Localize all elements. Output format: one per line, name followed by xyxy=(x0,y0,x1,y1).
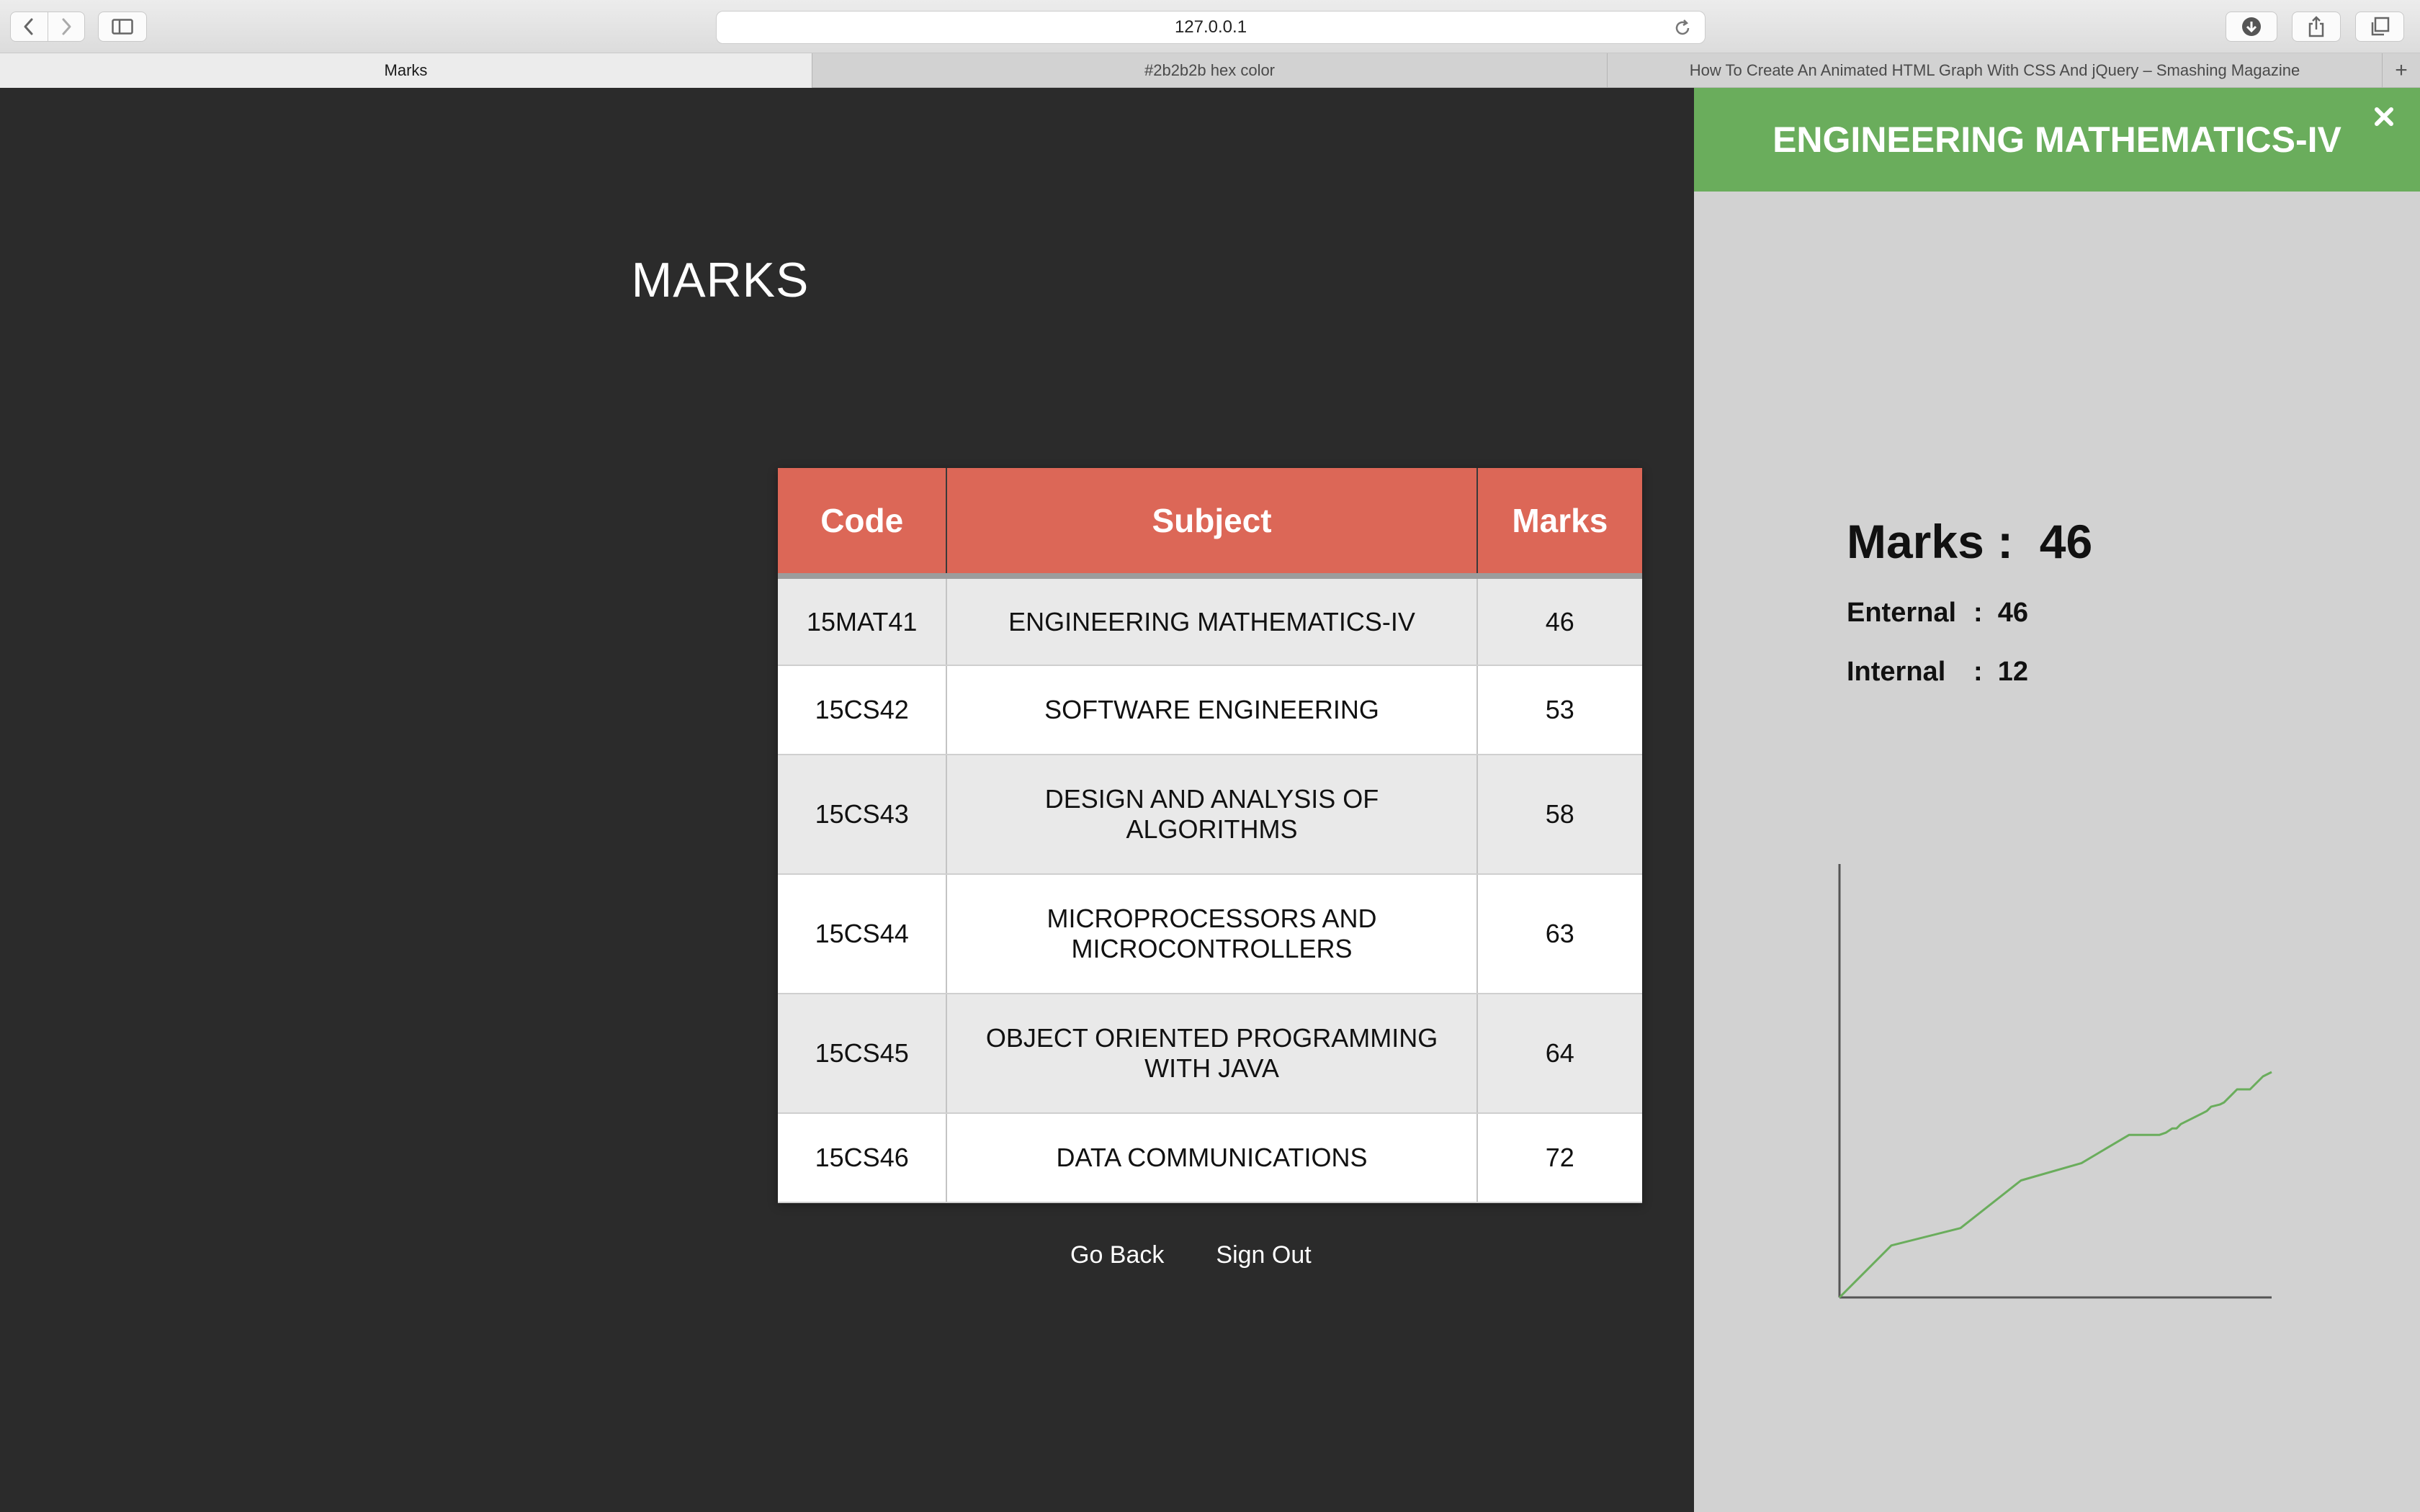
cell-marks: 64 xyxy=(1476,994,1642,1114)
tab-smashing-magazine[interactable]: How To Create An Animated HTML Graph Wit… xyxy=(1608,53,2383,88)
cell-marks: 72 xyxy=(1476,1113,1642,1203)
cell-marks: 53 xyxy=(1476,665,1642,755)
forward-button[interactable] xyxy=(47,12,85,41)
table-row[interactable]: 15CS45 OBJECT ORIENTED PROGRAMMING WITH … xyxy=(778,994,1642,1114)
back-button[interactable] xyxy=(11,12,48,41)
footer-links: Go Back Sign Out xyxy=(1070,1241,1312,1269)
cell-subject: DESIGN AND ANALYSIS OF ALGORITHMS xyxy=(946,755,1478,875)
reload-icon xyxy=(1675,19,1690,35)
table-row[interactable]: 15CS42 SOFTWARE ENGINEERING 53 xyxy=(778,665,1642,755)
cell-marks: 63 xyxy=(1476,874,1642,994)
subject-detail-panel: ENGINEERING MATHEMATICS-IV Marks : 46 En… xyxy=(1694,88,2420,1512)
tab-marks[interactable]: Marks xyxy=(0,53,812,88)
table-row[interactable]: 15CS46 DATA COMMUNICATIONS 72 xyxy=(778,1113,1642,1203)
cell-code: 15CS45 xyxy=(778,994,948,1114)
marks-series-line xyxy=(1838,1071,2272,1299)
tab-label: How To Create An Animated HTML Graph Wit… xyxy=(1689,61,2300,79)
cell-code: 15CS43 xyxy=(778,755,948,875)
tab-hex-color[interactable]: #2b2b2b hex color xyxy=(812,53,1608,88)
nav-buttons xyxy=(10,12,85,42)
tabs-icon xyxy=(2371,17,2390,36)
plus-icon: + xyxy=(2395,58,2408,82)
marks-table: Code Subject Marks 15MAT41 ENGINEERING M… xyxy=(778,468,1642,1203)
cell-subject: OBJECT ORIENTED PROGRAMMING WITH JAVA xyxy=(946,994,1478,1114)
sign-out-link[interactable]: Sign Out xyxy=(1216,1241,1311,1269)
cell-subject: ENGINEERING MATHEMATICS-IV xyxy=(946,576,1478,666)
tab-bar: Marks #2b2b2b hex color How To Create An… xyxy=(0,53,2420,88)
cell-code: 15CS44 xyxy=(778,874,948,994)
address-bar[interactable]: 127.0.0.1 xyxy=(716,11,1706,44)
column-header-subject: Subject xyxy=(946,468,1478,579)
page-title: MARKS xyxy=(631,253,810,307)
sidebar-icon xyxy=(112,19,133,35)
chevron-left-icon xyxy=(24,18,33,35)
chevron-right-icon xyxy=(62,18,71,35)
cell-marks: 58 xyxy=(1476,755,1642,875)
cell-code: 15CS42 xyxy=(778,665,948,755)
url-text: 127.0.0.1 xyxy=(1174,17,1247,37)
tabs-overview-button[interactable] xyxy=(2355,12,2404,42)
column-header-marks: Marks xyxy=(1476,468,1642,579)
column-header-code: Code xyxy=(778,468,948,579)
share-icon xyxy=(2308,16,2324,37)
cell-marks: 46 xyxy=(1476,576,1642,666)
cell-code: 15CS46 xyxy=(778,1113,948,1203)
download-icon xyxy=(2242,17,2261,36)
tab-label: #2b2b2b hex color xyxy=(1144,61,1276,79)
go-back-link[interactable]: Go Back xyxy=(1070,1241,1164,1269)
reload-button[interactable] xyxy=(1673,19,1692,42)
new-tab-button[interactable]: + xyxy=(2383,53,2420,88)
table-row[interactable]: 15MAT41 ENGINEERING MATHEMATICS-IV 46 xyxy=(778,576,1642,666)
downloads-button[interactable] xyxy=(2226,12,2277,42)
sidebar-toggle-button[interactable] xyxy=(98,12,147,42)
table-row[interactable]: 15CS44 MICROPROCESSORS AND MICROCONTROLL… xyxy=(778,874,1642,994)
cell-subject: SOFTWARE ENGINEERING xyxy=(946,665,1478,755)
share-button[interactable] xyxy=(2292,12,2341,42)
browser-toolbar: 127.0.0.1 xyxy=(0,0,2420,53)
tab-label: Marks xyxy=(384,61,428,79)
marks-line-chart xyxy=(1838,864,2272,1299)
cell-subject: DATA COMMUNICATIONS xyxy=(946,1113,1478,1203)
table-row[interactable]: 15CS43 DESIGN AND ANALYSIS OF ALGORITHMS… xyxy=(778,755,1642,875)
cell-code: 15MAT41 xyxy=(778,576,948,666)
cell-subject: MICROPROCESSORS AND MICROCONTROLLERS xyxy=(946,874,1478,994)
table-header-row: Code Subject Marks xyxy=(778,468,1642,579)
